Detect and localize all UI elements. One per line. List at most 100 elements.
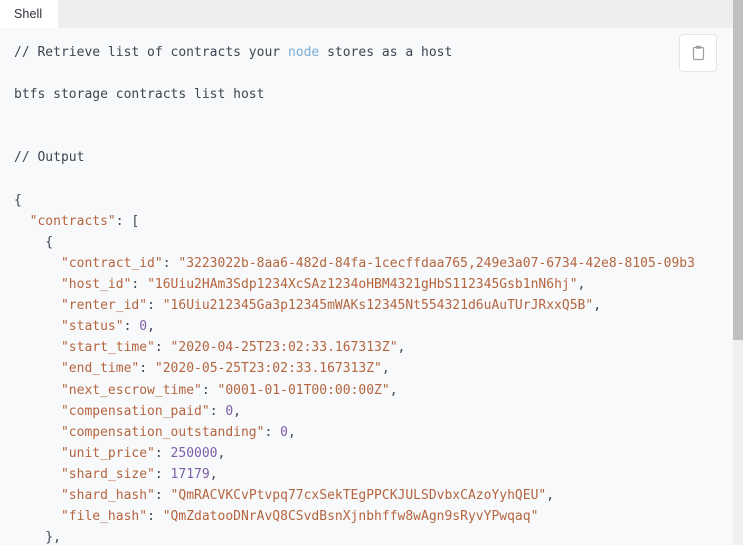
- code-token-punctuation: ,: [397, 340, 406, 356]
- code-block: // Retrieve list of contracts your node …: [0, 28, 695, 545]
- code-token-punctuation: :: [154, 466, 171, 482]
- code-token-string: "2020-04-25T23:02:33.167313Z": [170, 340, 398, 356]
- code-token-key: "compensation_outstanding": [60, 424, 265, 440]
- code-line: // Output: [14, 147, 695, 168]
- code-token-number: 0: [280, 424, 288, 440]
- code-line: },: [14, 527, 695, 545]
- code-token-string: "0001-01-01T00:00:00Z": [217, 382, 390, 398]
- code-token-punctuation: ,: [287, 424, 296, 440]
- code-token-comment: stores as a host: [319, 45, 453, 60]
- code-token-key: "end_time": [60, 361, 140, 377]
- code-line: {: [14, 232, 695, 253]
- code-line: "status": 0,: [14, 316, 695, 337]
- vertical-scrollbar-track[interactable]: [733, 0, 743, 545]
- copy-code-button[interactable]: [679, 34, 717, 72]
- code-token-punctuation: ,: [209, 466, 218, 482]
- code-line: "start_time": "2020-04-25T23:02:33.16731…: [14, 337, 695, 358]
- vertical-scrollbar-thumb[interactable]: [733, 0, 743, 340]
- code-token-punctuation: {: [14, 234, 54, 250]
- shell-code-widget: Shell // Retrieve list of contracts your…: [0, 0, 743, 545]
- tab-strip: Shell: [0, 0, 733, 28]
- code-token-punctuation: :: [131, 277, 148, 293]
- code-token-punctuation: ,: [381, 361, 390, 377]
- code-token-punctuation: :: [201, 382, 218, 398]
- code-line: "end_time": "2020-05-25T23:02:33.167313Z…: [14, 358, 695, 379]
- code-token-string: "3223022b-8aa6-482d-84fa-1cecffdaa765,24…: [178, 255, 695, 271]
- code-token-key: "contracts": [29, 213, 116, 229]
- code-token-punctuation: },: [14, 530, 61, 545]
- code-line: "contracts": [: [14, 211, 695, 232]
- code-line: "compensation_outstanding": 0,: [14, 422, 695, 443]
- code-token-punctuation: :: [154, 340, 171, 356]
- code-token-punctuation: ,: [147, 319, 155, 335]
- code-token-key: "contract_id": [60, 255, 163, 271]
- tab-shell[interactable]: Shell: [0, 0, 59, 28]
- code-token-number: 17179: [170, 466, 210, 482]
- code-token-key: "start_time": [60, 340, 155, 356]
- code-line: "shard_size": 17179,: [14, 464, 695, 485]
- code-token-key: "next_escrow_time": [60, 382, 202, 398]
- code-token-plain: btfs storage contracts list host: [14, 87, 265, 103]
- code-token-key: "shard_size": [60, 466, 155, 482]
- tab-shell-label: Shell: [14, 7, 43, 21]
- code-token-punctuation: :: [147, 298, 163, 314]
- code-region[interactable]: // Retrieve list of contracts your node …: [0, 28, 733, 545]
- code-token-comment: // Output: [14, 150, 85, 166]
- code-line: "next_escrow_time": "0001-01-01T00:00:00…: [14, 380, 695, 401]
- code-token-comment: // Retrieve list of contracts your: [14, 45, 288, 60]
- code-token-string: "16Uiu212345Ga3p12345mWAKs12345Nt554321d…: [162, 298, 594, 314]
- code-token-key: "compensation_paid": [60, 403, 210, 419]
- code-token-punctuation: :: [154, 487, 171, 503]
- code-token-number: 0: [225, 403, 234, 419]
- code-token-string: "QmRACVKCvPtvpq77cxSekTEgPPCKJULSDvbxCAz…: [170, 487, 547, 503]
- code-token-key: "status": [60, 319, 124, 335]
- code-token-number: 250000: [170, 445, 218, 461]
- code-token-punctuation: ,: [546, 487, 555, 503]
- code-token-punctuation: :: [139, 361, 155, 377]
- code-line: "shard_hash": "QmRACVKCvPtvpq77cxSekTEgP…: [14, 485, 695, 506]
- code-token-punctuation: ,: [233, 403, 241, 419]
- code-line: "unit_price": 250000,: [14, 443, 695, 464]
- code-token-number: 0: [139, 319, 148, 335]
- code-line: "renter_id": "16Uiu212345Ga3p12345mWAKs1…: [14, 295, 695, 316]
- code-token-key: "renter_id": [60, 298, 148, 314]
- code-line: {: [14, 190, 695, 211]
- code-line: "host_id": "16Uiu2HAm3Sdp1234XcSAz1234oH…: [14, 274, 695, 295]
- code-line: "compensation_paid": 0,: [14, 401, 695, 422]
- code-token-punctuation: :: [154, 445, 171, 461]
- clipboard-icon: [691, 45, 706, 62]
- code-line: "contract_id": "3223022b-8aa6-482d-84fa-…: [14, 253, 695, 274]
- code-token-punctuation: ,: [389, 382, 398, 398]
- code-token-punctuation: ,: [217, 445, 226, 461]
- code-token-keyword: node: [287, 45, 320, 60]
- code-token-string: "QmZdatooDNrAvQ8CSvdBsnXjnbhffw8wAgn9sRy…: [162, 509, 539, 525]
- code-line: btfs storage contracts list host: [14, 84, 695, 105]
- code-token-punctuation: ,: [593, 298, 602, 314]
- code-token-key: "shard_hash": [60, 487, 155, 503]
- code-token-punctuation: :: [209, 403, 226, 419]
- code-token-punctuation: :: [147, 509, 163, 525]
- code-token-key: "file_hash": [60, 509, 148, 525]
- code-token-string: "2020-05-25T23:02:33.167313Z": [154, 361, 382, 377]
- code-token-punctuation: ,: [577, 277, 586, 293]
- code-line: // Retrieve list of contracts your node …: [14, 42, 695, 63]
- code-token-punctuation: :: [264, 424, 281, 440]
